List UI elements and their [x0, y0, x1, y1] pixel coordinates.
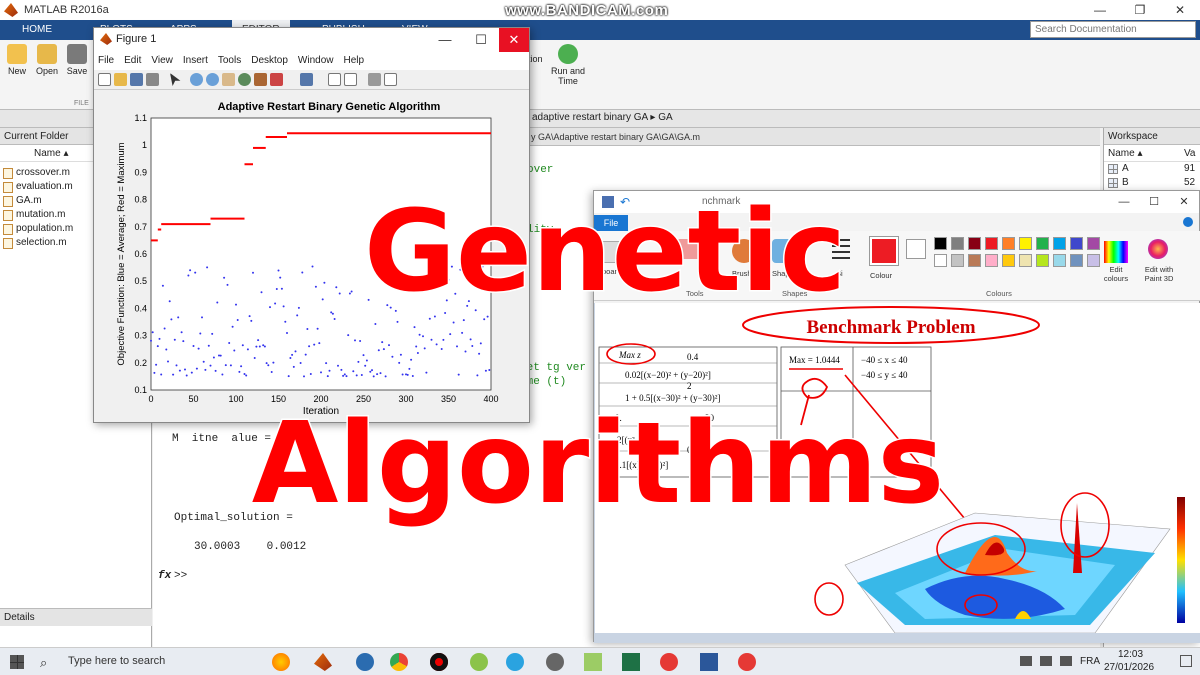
paint-taskbar-icon[interactable] [584, 653, 602, 671]
volume-icon[interactable] [1060, 656, 1072, 666]
thumbnail-overlay: Genetic Algorithms [250, 186, 945, 531]
clock-time[interactable]: 12:03 [1118, 649, 1143, 660]
clock-date[interactable]: 27/01/2026 [1104, 662, 1154, 673]
app-icon[interactable] [546, 653, 564, 671]
chrome-icon[interactable] [390, 653, 408, 671]
notifications-icon[interactable] [1180, 655, 1192, 667]
browser-icon[interactable] [356, 653, 374, 671]
overlay-title-line1: Genetic [364, 187, 846, 317]
windows-taskbar: ⌕ Type here to search FRA 12:03 27/01/20… [0, 647, 1200, 675]
overlay-title-line2: Algorithms [252, 399, 944, 529]
tray-icon[interactable] [1020, 656, 1032, 666]
taskbar-search-input[interactable]: Type here to search [68, 655, 165, 667]
excel-icon[interactable] [622, 653, 640, 671]
windows-start-icon[interactable] [10, 655, 24, 669]
search-icon: ⌕ [40, 655, 48, 670]
firefox-icon[interactable] [272, 653, 290, 671]
matlab-taskbar-icon[interactable] [314, 653, 332, 671]
app-icon[interactable] [660, 653, 678, 671]
word-icon[interactable] [700, 653, 718, 671]
language-indicator[interactable]: FRA [1080, 656, 1100, 667]
recorder-icon[interactable] [430, 653, 448, 671]
app-icon[interactable] [470, 653, 488, 671]
telegram-icon[interactable] [506, 653, 524, 671]
network-icon[interactable] [1040, 656, 1052, 666]
app-icon[interactable] [738, 653, 756, 671]
